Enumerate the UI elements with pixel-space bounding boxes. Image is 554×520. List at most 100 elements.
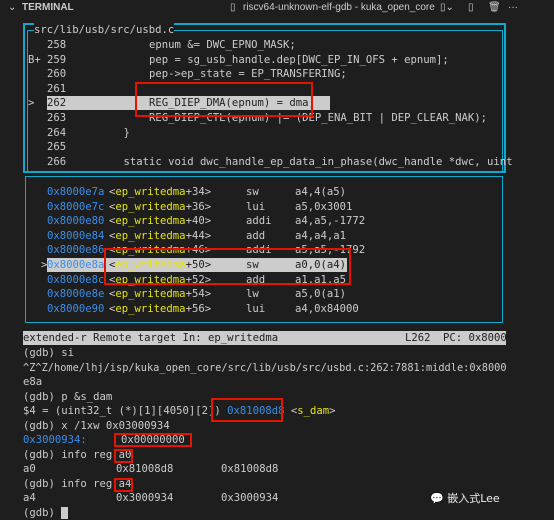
line-code: pep = sg_usb_handle.dep[DWC_EP_IN_OFS + …: [98, 53, 449, 66]
reg-natural: 0x3000934: [221, 492, 279, 504]
asm-address: 0x8000e90: [47, 302, 105, 315]
asm-address: 0x8000e7a: [47, 186, 105, 198]
reg-name: a0: [23, 463, 36, 475]
fn-offset: +36: [185, 200, 205, 213]
highlight-box: [114, 449, 133, 463]
asm-opcode: lui: [246, 302, 266, 315]
asm-address: 0x8000e80: [47, 215, 105, 228]
line-code: }: [98, 126, 130, 139]
line-number: 263: [47, 112, 67, 124]
line-code: epnum &= DWC_EPNO_MASK;: [98, 39, 296, 51]
line-number: 260: [47, 68, 67, 81]
terminal-header: ⌄ TERMINAL ▯ riscv64-unknown-elf-gdb - k…: [0, 0, 554, 15]
asm-function: <ep_writedma+54>: [109, 288, 212, 301]
wechat-icon: 💬: [430, 492, 444, 505]
asm-operands: a5,0x3001: [295, 200, 353, 213]
fn-offset: +54: [185, 288, 205, 301]
asm-operands: a5,0(a1): [295, 288, 347, 301]
line-number: 259: [47, 53, 67, 66]
asm-operands: a4,0x84000: [295, 302, 359, 315]
fn-name: ep_writedma: [115, 200, 186, 213]
asm-address: 0x8000e86: [47, 244, 105, 257]
terminal-name[interactable]: riscv64-unknown-elf-gdb - kuka_open_core: [243, 2, 435, 13]
highlight-box: [114, 433, 192, 447]
fn-name: ep_writedma: [115, 302, 186, 315]
text: (gdb) info reg: [23, 449, 119, 461]
watermark-text: 嵌入式Lee: [447, 492, 500, 505]
console-line: (gdb) x /1xw 0x03000934: [23, 420, 170, 432]
asm-opcode: lw: [246, 288, 259, 301]
highlight-box: [104, 248, 351, 285]
console-line: e8a: [23, 376, 43, 388]
line-number: 261: [47, 82, 67, 95]
line-code: pep->ep_state = EP_TRANSFERING;: [98, 68, 347, 81]
console-line: $4 = (uint32_t (*)[1][4050][2]) 0x81008d…: [23, 404, 336, 418]
highlight-box: [211, 398, 283, 422]
trash-icon[interactable]: 🗑: [488, 2, 501, 13]
reg-natural: 0x81008d8: [221, 463, 279, 475]
symbol: s_dam: [297, 405, 330, 417]
fn-name: ep_writedma: [115, 186, 186, 198]
address: 0x3000934:: [23, 434, 87, 446]
fn-name: ep_writedma: [115, 229, 186, 242]
highlight-box: [114, 478, 133, 492]
chevron-down-icon[interactable]: ⌄: [8, 2, 16, 13]
status-pc: PC: 0x8000e8a: [443, 332, 526, 344]
fn-offset: +34: [185, 186, 205, 198]
reg-hex: 0x81008d8: [116, 463, 174, 475]
asm-operands: a4,a4,a1: [295, 229, 347, 242]
text: $4 = (uint32_t (*)[1][4050][2]): [23, 405, 228, 417]
asm-function: <ep_writedma+40>: [109, 215, 212, 228]
asm-operands: a4,a5,-1772: [295, 215, 366, 228]
console-line: (gdb) p &s_dam: [23, 391, 113, 403]
asm-opcode: add: [246, 229, 266, 242]
asm-function: <ep_writedma+36>: [109, 200, 212, 213]
line-code: static void dwc_handle_ep_data_in_phase(…: [98, 155, 513, 168]
status-line: L262: [405, 332, 431, 344]
console-prompt[interactable]: (gdb): [23, 506, 69, 520]
console-line: (gdb) si: [23, 347, 75, 359]
asm-address: 0x8000e8c: [47, 273, 105, 286]
status-target: extended-r Remote target In: ep_writedma: [23, 332, 279, 344]
text: (gdb) info reg: [23, 478, 119, 490]
text: <: [284, 405, 298, 417]
line-number: 266: [47, 155, 67, 168]
asm-address: 0x8000e7c: [47, 200, 105, 213]
reg-hex: 0x3000934: [116, 492, 174, 504]
asm-function: <ep_writedma+34>: [109, 186, 212, 198]
line-number: 265: [47, 141, 67, 154]
prompt: (gdb): [23, 507, 62, 519]
asm-opcode: lui: [246, 200, 266, 213]
line-number: 258: [47, 39, 67, 51]
more-icon[interactable]: ···: [508, 2, 518, 13]
fn-offset: +56: [185, 302, 205, 315]
split-terminal-icon[interactable]: ▯⌄: [440, 2, 454, 13]
status-bar: extended-r Remote target In: ep_writedma…: [23, 331, 526, 345]
line-marker: >: [28, 97, 35, 110]
asm-function: <ep_writedma+56>: [109, 302, 212, 315]
fn-name: ep_writedma: [115, 215, 186, 228]
asm-operands: a4,4(a5): [295, 186, 347, 198]
fn-offset: +40: [185, 215, 205, 228]
asm-address: 0x8000e84: [47, 229, 105, 242]
split-icon[interactable]: ▯: [468, 2, 474, 13]
asm-opcode: sw: [246, 186, 259, 198]
panel-title[interactable]: TERMINAL: [22, 2, 74, 13]
fn-name: ep_writedma: [115, 288, 186, 301]
text: >: [329, 405, 336, 417]
cursor: [61, 507, 69, 519]
asm-address: 0x8000e8a: [47, 259, 105, 271]
console-line: ^Z^Z/home/lhj/isp/kuka_open_core/src/lib…: [23, 362, 507, 374]
terminal-icon: ▯: [230, 2, 236, 13]
console-line: 0x3000934: 0x00000000: [23, 433, 185, 447]
highlight-box: [135, 82, 313, 117]
asm-opcode: addi: [246, 215, 272, 228]
console-line: a0 0x81008d8 0x81008d8: [23, 462, 278, 476]
asm-address: 0x8000e8e: [47, 288, 105, 301]
reg-name: a4: [23, 492, 36, 504]
fn-offset: +44: [185, 229, 205, 242]
line-marker: B+: [28, 53, 41, 66]
watermark: 💬 嵌入式Lee: [430, 490, 500, 506]
asm-function: <ep_writedma+44>: [109, 229, 212, 242]
line-number: 264: [47, 126, 67, 139]
